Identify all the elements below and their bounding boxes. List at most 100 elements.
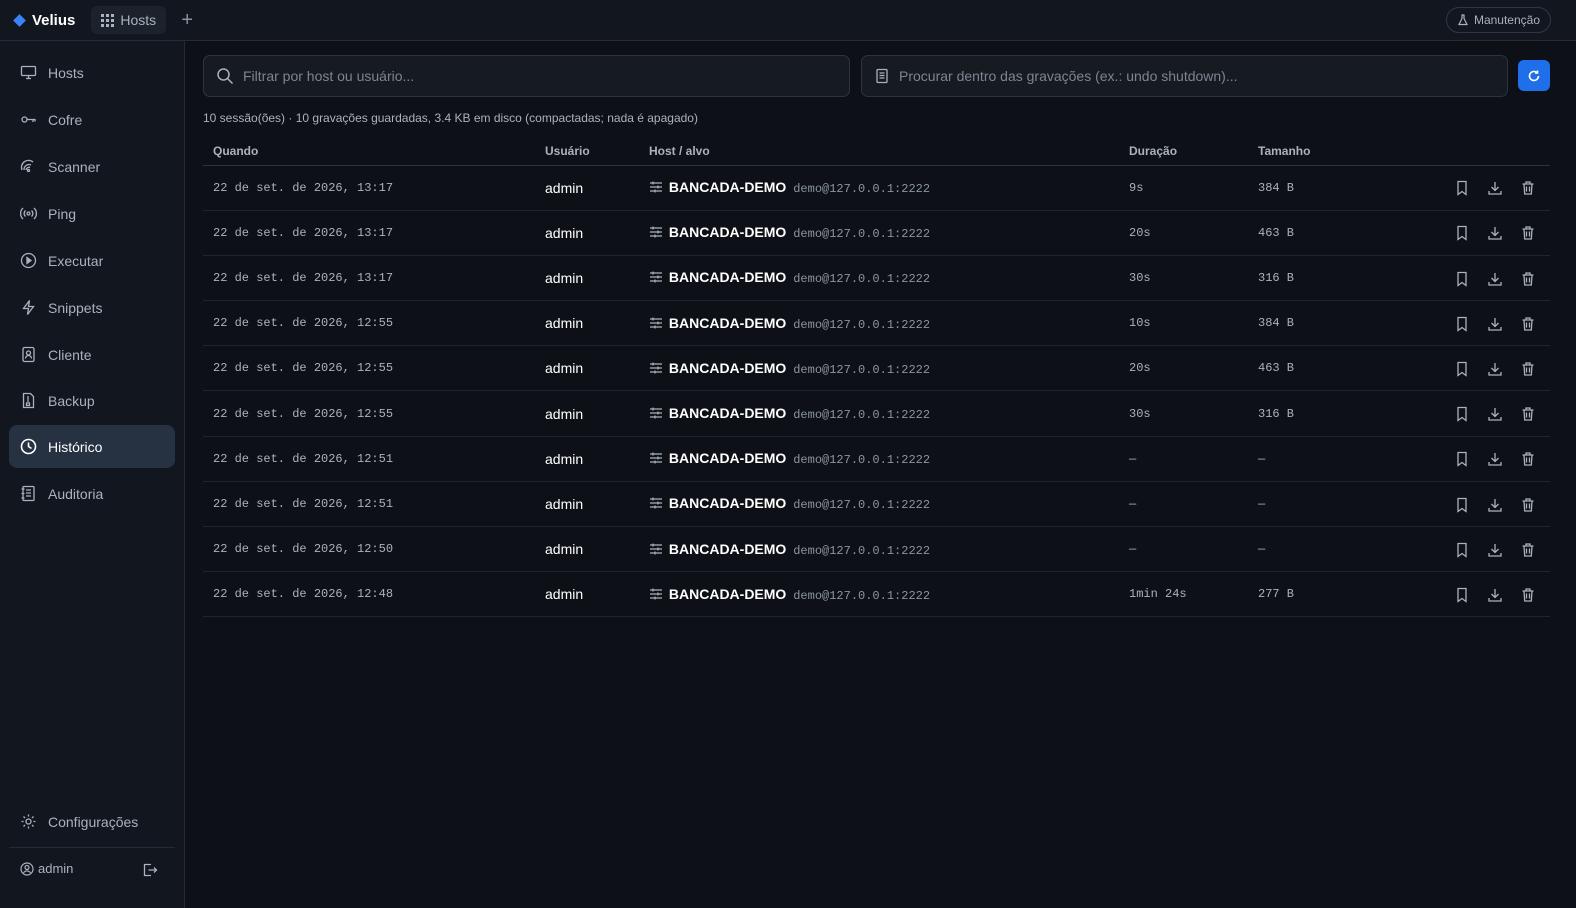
cell-user: admin	[535, 210, 639, 256]
download-icon[interactable]	[1487, 451, 1503, 467]
cell-duration: 9s	[1119, 165, 1248, 211]
host-name[interactable]: BANCADA-DEMO	[669, 224, 786, 240]
cell-host: BANCADA-DEMO demo@127.0.0.1:2222	[639, 300, 1119, 347]
host-name[interactable]: BANCADA-DEMO	[669, 495, 786, 511]
table-row[interactable]: 22 de set. de 2026, 12:55 admin BANCADA-…	[203, 300, 1550, 347]
trash-icon[interactable]	[1520, 406, 1536, 422]
cell-duration: —	[1119, 526, 1248, 573]
cell-actions	[1398, 390, 1550, 437]
cell-host: BANCADA-DEMO demo@127.0.0.1:2222	[639, 436, 1119, 482]
sidebar-item-auditoria[interactable]: Auditoria	[9, 472, 175, 515]
trash-icon[interactable]	[1520, 361, 1536, 377]
bookmark-icon[interactable]	[1454, 361, 1470, 377]
bookmark-icon[interactable]	[1454, 271, 1470, 287]
table-row[interactable]: 22 de set. de 2026, 13:17 admin BANCADA-…	[203, 210, 1550, 256]
col-user[interactable]: Usuário	[535, 138, 639, 166]
table-row[interactable]: 22 de set. de 2026, 13:17 admin BANCADA-…	[203, 165, 1550, 211]
user-menu[interactable]: admin	[20, 861, 73, 876]
host-name[interactable]: BANCADA-DEMO	[669, 179, 786, 195]
cell-host: BANCADA-DEMO demo@127.0.0.1:2222	[639, 571, 1119, 618]
table-row[interactable]: 22 de set. de 2026, 12:51 admin BANCADA-…	[203, 481, 1550, 528]
sidebar-item-historico[interactable]: Histórico	[9, 425, 175, 468]
sidebar-item-cliente[interactable]: Cliente	[9, 333, 175, 376]
cell-size: 384 B	[1248, 165, 1398, 211]
bookmark-icon[interactable]	[1454, 180, 1470, 197]
host-name[interactable]: BANCADA-DEMO	[669, 586, 786, 602]
maintenance-label: Manutenção	[1473, 13, 1540, 27]
sidebar-item-ping[interactable]: Ping	[9, 192, 175, 235]
refresh-button[interactable]	[1518, 60, 1550, 91]
table-row[interactable]: 22 de set. de 2026, 12:51 admin BANCADA-…	[203, 436, 1550, 482]
download-icon[interactable]	[1487, 361, 1503, 377]
col-size[interactable]: Tamanho	[1248, 138, 1398, 166]
cell-when: 22 de set. de 2026, 13:17	[203, 255, 535, 302]
recording-search[interactable]	[861, 55, 1508, 97]
trash-icon[interactable]	[1520, 542, 1536, 558]
new-tab-button[interactable]: +	[178, 10, 196, 30]
table-row[interactable]: 22 de set. de 2026, 12:50 admin BANCADA-…	[203, 526, 1550, 573]
trash-icon[interactable]	[1520, 180, 1536, 196]
bookmark-icon[interactable]	[1454, 406, 1470, 422]
brand[interactable]: Velius	[13, 12, 75, 29]
cell-user: admin	[535, 255, 639, 302]
cell-actions	[1398, 571, 1550, 618]
trash-icon[interactable]	[1520, 587, 1536, 603]
tab-hosts[interactable]: Hosts	[91, 6, 167, 34]
download-icon[interactable]	[1487, 271, 1503, 287]
trash-icon[interactable]	[1520, 225, 1536, 241]
flask-icon	[1457, 14, 1468, 26]
host-name[interactable]: BANCADA-DEMO	[669, 360, 786, 376]
sidebar-item-snippets[interactable]: Snippets	[9, 286, 175, 329]
host-filter-input[interactable]	[243, 68, 803, 84]
col-duration[interactable]: Duração	[1119, 138, 1248, 166]
bookmark-icon[interactable]	[1454, 451, 1470, 468]
sidebar-item-hosts[interactable]: Hosts	[9, 51, 175, 94]
table-row[interactable]: 22 de set. de 2026, 13:17 admin BANCADA-…	[203, 255, 1550, 302]
cell-user: admin	[535, 300, 639, 347]
download-icon[interactable]	[1487, 497, 1503, 513]
trash-icon[interactable]	[1520, 271, 1536, 287]
sidebar-item-scanner[interactable]: Scanner	[9, 145, 175, 188]
host-name[interactable]: BANCADA-DEMO	[669, 315, 786, 331]
bookmark-icon[interactable]	[1454, 497, 1470, 513]
download-icon[interactable]	[1487, 225, 1503, 241]
host-name[interactable]: BANCADA-DEMO	[669, 541, 786, 557]
contact-card-icon	[22, 346, 35, 363]
host-name[interactable]: BANCADA-DEMO	[669, 405, 786, 421]
bookmark-icon[interactable]	[1454, 542, 1470, 558]
col-actions	[1398, 138, 1550, 166]
col-host[interactable]: Host / alvo	[639, 138, 1119, 166]
radar-icon	[20, 159, 34, 173]
cell-host: BANCADA-DEMO demo@127.0.0.1:2222	[639, 210, 1119, 256]
table-row[interactable]: 22 de set. de 2026, 12:55 admin BANCADA-…	[203, 345, 1550, 392]
download-icon[interactable]	[1487, 180, 1503, 196]
sidebar-item-cofre[interactable]: Cofre	[9, 98, 175, 141]
cell-when: 22 de set. de 2026, 12:50	[203, 526, 535, 573]
host-name[interactable]: BANCADA-DEMO	[669, 450, 786, 466]
download-icon[interactable]	[1487, 542, 1503, 558]
bookmark-icon[interactable]	[1454, 225, 1470, 242]
download-icon[interactable]	[1487, 587, 1503, 603]
bookmark-icon[interactable]	[1454, 587, 1470, 603]
logout-button[interactable]	[143, 863, 158, 880]
host-filter[interactable]	[203, 55, 850, 97]
table-row[interactable]: 22 de set. de 2026, 12:55 admin BANCADA-…	[203, 390, 1550, 437]
col-when[interactable]: Quando	[203, 138, 535, 166]
trash-icon[interactable]	[1520, 451, 1536, 467]
bookmark-icon[interactable]	[1454, 316, 1470, 332]
download-icon[interactable]	[1487, 406, 1503, 422]
trash-icon[interactable]	[1520, 497, 1536, 513]
table-row[interactable]: 22 de set. de 2026, 12:48 admin BANCADA-…	[203, 571, 1550, 618]
download-icon[interactable]	[1487, 316, 1503, 332]
trash-icon[interactable]	[1520, 316, 1536, 332]
host-name[interactable]: BANCADA-DEMO	[669, 269, 786, 285]
sidebar-item-label: Executar	[48, 252, 104, 269]
maintenance-button[interactable]: Manutenção	[1445, 7, 1551, 33]
cell-actions	[1398, 345, 1550, 392]
sidebar-item-configuracoes[interactable]: Configurações	[9, 800, 175, 843]
tab-label: Hosts	[120, 12, 157, 28]
sidebar-item-backup[interactable]: Backup	[9, 379, 175, 422]
recording-search-input[interactable]	[899, 68, 1459, 84]
cell-host: BANCADA-DEMO demo@127.0.0.1:2222	[639, 481, 1119, 528]
sidebar-item-executar[interactable]: Executar	[9, 239, 175, 282]
